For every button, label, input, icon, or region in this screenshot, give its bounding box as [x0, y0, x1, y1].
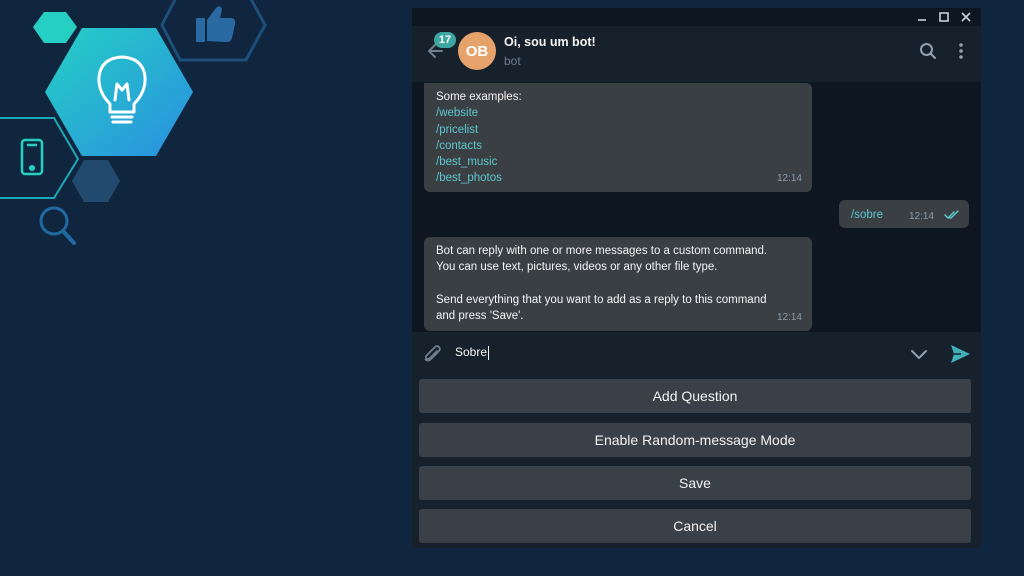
- message-bubble-examples: Some examples: /website /pricelist /cont…: [424, 83, 812, 192]
- paperclip-icon[interactable]: [420, 342, 444, 366]
- search-icon: [39, 206, 76, 245]
- chat-header: 17 OB Oi, sou um bot! bot: [412, 26, 981, 83]
- bot-keyboard: Add Question Enable Random-message Mode …: [412, 376, 981, 548]
- command-link-contacts[interactable]: /contacts: [436, 138, 800, 154]
- message-input-value: Sobre: [455, 345, 488, 359]
- double-check-icon: [944, 210, 959, 219]
- command-link-best-music[interactable]: /best_music: [436, 154, 800, 170]
- command-link-sobre[interactable]: /sobre: [851, 207, 883, 223]
- message-composer: Sobre: [412, 332, 981, 376]
- close-icon[interactable]: [955, 8, 977, 26]
- maximize-icon[interactable]: [933, 8, 955, 26]
- message-line: and press 'Save'.: [436, 310, 524, 323]
- outline-hexagon-left: [0, 117, 80, 199]
- message-line: Bot can reply with one or more messages …: [436, 245, 768, 257]
- send-icon[interactable]: [948, 342, 972, 366]
- message-bubble-outgoing: /sobre 12:14: [839, 200, 969, 228]
- command-link-best-photos[interactable]: /best_photos: [436, 170, 800, 186]
- unread-count-badge: 17: [434, 32, 456, 48]
- minimize-icon[interactable]: [911, 8, 933, 26]
- message-line: Send everything that you want to add as …: [436, 293, 767, 306]
- avatar[interactable]: OB: [458, 32, 496, 70]
- message-text: Some examples:: [436, 91, 522, 103]
- chat-title[interactable]: Oi, sou um bot!: [504, 35, 596, 49]
- dark-hexagon: [72, 160, 120, 202]
- message-input[interactable]: Sobre: [455, 345, 490, 360]
- enable-random-message-mode-button[interactable]: Enable Random-message Mode: [419, 423, 971, 457]
- command-link-pricelist[interactable]: /pricelist: [436, 122, 800, 138]
- message-time: 12:14: [776, 172, 802, 184]
- save-button[interactable]: Save: [419, 466, 971, 500]
- search-icon[interactable]: [917, 40, 939, 62]
- message-time: 12:14: [909, 211, 935, 222]
- thumbs-up-icon: [196, 6, 236, 43]
- text-caret: [488, 345, 490, 360]
- telegram-window: 17 OB Oi, sou um bot! bot Some examples:…: [412, 8, 981, 548]
- message-line: You can use text, pictures, videos or an…: [436, 261, 718, 274]
- message-line-blank: [436, 276, 800, 292]
- message-list[interactable]: Some examples: /website /pricelist /cont…: [412, 83, 981, 332]
- decorative-hexagon-graphics: [0, 0, 267, 245]
- smartphone-icon: [20, 138, 44, 176]
- message-time: 12:14: [776, 311, 802, 323]
- cancel-button[interactable]: Cancel: [419, 509, 971, 543]
- message-bubble-instructions: Bot can reply with one or more messages …: [424, 237, 812, 331]
- add-question-button[interactable]: Add Question: [419, 379, 971, 413]
- command-link-website[interactable]: /website: [436, 105, 800, 121]
- chevron-down-icon[interactable]: [908, 344, 930, 364]
- window-titlebar: [412, 8, 981, 26]
- more-vertical-icon[interactable]: [950, 40, 972, 62]
- large-gradient-hexagon: [45, 28, 193, 156]
- chat-subtitle: bot: [504, 54, 521, 68]
- small-teal-hexagon: [33, 12, 77, 43]
